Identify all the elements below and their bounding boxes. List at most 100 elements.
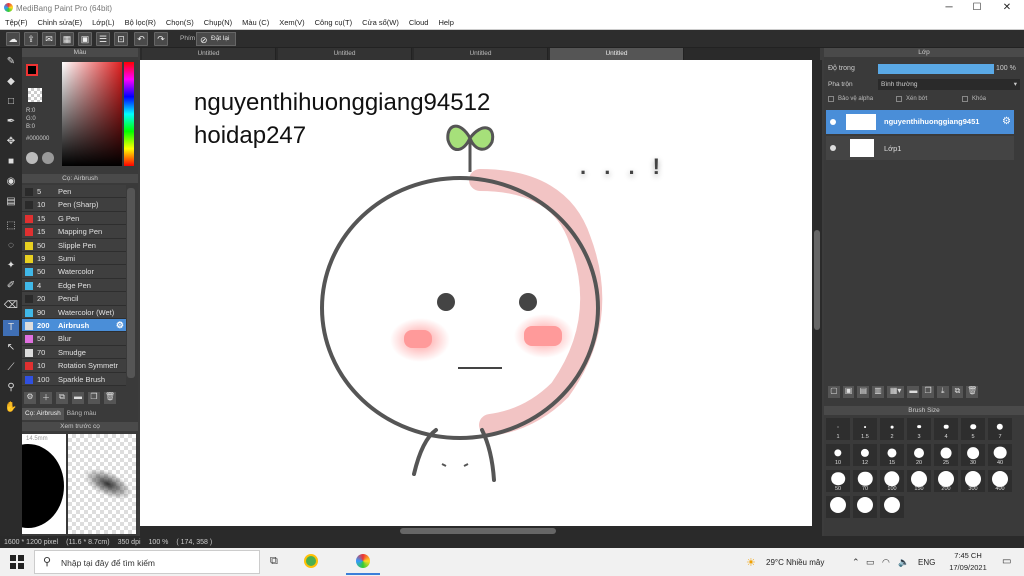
grid-icon[interactable]: ▦ bbox=[60, 32, 74, 46]
brush-size-cell[interactable]: 7 bbox=[988, 418, 1012, 440]
add-layer-menu-icon[interactable]: ▦▾ bbox=[886, 386, 905, 398]
weather-text[interactable]: 29°C Nhiều mây bbox=[766, 558, 824, 567]
wifi-icon[interactable]: ◠ bbox=[882, 557, 890, 568]
brush-copy-icon[interactable]: ⧉ bbox=[56, 392, 68, 404]
brush-item[interactable]: 19 Sumi bbox=[22, 252, 126, 266]
list-icon[interactable]: ☰ bbox=[96, 32, 110, 46]
brush-size-cell[interactable]: 1.5 bbox=[853, 418, 877, 440]
brush-item[interactable]: 5 Pen bbox=[22, 185, 126, 199]
menu-tools[interactable]: Công cụ(T) bbox=[310, 18, 358, 27]
brush-item[interactable]: 50 Blur bbox=[22, 332, 126, 346]
eye-icon[interactable] bbox=[830, 145, 836, 151]
layer-item-base[interactable]: Lớp1 bbox=[826, 136, 1014, 160]
hue-slider[interactable] bbox=[124, 62, 134, 166]
brush-item[interactable]: 50 Watercolor bbox=[22, 265, 126, 279]
bucket-tool-icon[interactable]: ◉ bbox=[3, 174, 19, 190]
menu-filter[interactable]: Bộ lọc(R) bbox=[120, 18, 161, 27]
delete-layer-icon[interactable]: 🗑 bbox=[966, 386, 979, 398]
brush-list-scrollbar[interactable] bbox=[127, 188, 135, 378]
select-tool-icon[interactable]: ⬚ bbox=[3, 218, 19, 234]
cloud-icon[interactable]: ☁ bbox=[6, 32, 20, 46]
brush-item[interactable]: 200 Airbrush ⚙ bbox=[22, 319, 126, 333]
hand-tool-icon[interactable]: ✋ bbox=[3, 400, 19, 416]
brush-folder-icon[interactable]: ▬ bbox=[72, 392, 84, 404]
brush-size-cell[interactable]: 15 bbox=[880, 444, 904, 466]
brush-size-cell[interactable]: 3 bbox=[907, 418, 931, 440]
transparent-color-swatch[interactable] bbox=[28, 88, 42, 102]
chrome-icon[interactable] bbox=[304, 554, 318, 568]
canvas-horizontal-scrollbar[interactable] bbox=[140, 526, 812, 536]
export-icon[interactable]: ⊡ bbox=[114, 32, 128, 46]
notification-icon[interactable]: ▭ bbox=[1002, 556, 1011, 567]
eraser-tool-icon[interactable]: ◆ bbox=[3, 74, 19, 90]
tab-document-3[interactable]: Untitled bbox=[414, 48, 548, 60]
duplicate-layer-icon[interactable]: ❐ bbox=[922, 386, 934, 398]
layer-properties-icon[interactable]: ⧉ bbox=[951, 386, 964, 398]
input-language[interactable]: ENG bbox=[918, 558, 935, 567]
share-icon[interactable]: ⇪ bbox=[24, 32, 38, 46]
brush-settings-icon[interactable]: ⚙ bbox=[24, 392, 36, 404]
operation-tool-icon[interactable]: ↖ bbox=[3, 340, 19, 356]
clock-time[interactable]: 7:45 CH bbox=[948, 551, 988, 560]
tab-document-1[interactable]: Untitled bbox=[142, 48, 276, 60]
menu-file[interactable]: Tệp(F) bbox=[0, 18, 33, 27]
gradient-tool-icon[interactable]: ▤ bbox=[3, 194, 19, 210]
task-view-icon[interactable]: ⧉ bbox=[270, 555, 278, 568]
blend-mode-select[interactable]: Bình thường ▾ bbox=[878, 79, 1020, 90]
brush-size-cell[interactable]: 150 bbox=[907, 470, 931, 492]
horizontal-scroll-thumb[interactable] bbox=[400, 528, 556, 534]
pen-tool-icon[interactable]: ✒ bbox=[3, 114, 19, 130]
menu-color[interactable]: Màu (C) bbox=[237, 18, 274, 27]
divide-tool-icon[interactable]: ⟋ bbox=[3, 360, 19, 376]
merge-layer-icon[interactable]: ⤓ bbox=[936, 386, 949, 398]
new-halftone-layer-icon[interactable]: ▣ bbox=[842, 386, 855, 398]
taskbar-search-box[interactable]: ⚲ Nhập tại đây để tìm kiếm bbox=[34, 550, 260, 574]
save-icon[interactable]: ▣ bbox=[78, 32, 92, 46]
brush-size-cell[interactable]: 200 bbox=[934, 470, 958, 492]
eye-icon[interactable] bbox=[830, 119, 836, 125]
menu-layer[interactable]: Lớp(L) bbox=[87, 18, 119, 27]
brush-item[interactable]: 50 Slipple Pen bbox=[22, 238, 126, 252]
brush-size-cell[interactable]: 50 bbox=[826, 470, 850, 492]
brush-size-cell[interactable]: 20 bbox=[907, 444, 931, 466]
network-icon[interactable]: ▭ bbox=[866, 557, 875, 568]
brush-size-cell[interactable]: 30 bbox=[961, 444, 985, 466]
clock-date[interactable]: 17/09/2021 bbox=[944, 563, 992, 572]
brush-size-cell[interactable]: 400 bbox=[988, 470, 1012, 492]
eyedropper-tool-icon[interactable]: ⚲ bbox=[3, 380, 19, 396]
menu-cloud[interactable]: Cloud bbox=[404, 18, 434, 27]
brush-size-cell[interactable]: 300 bbox=[961, 470, 985, 492]
magic-wand-tool-icon[interactable]: ✦ bbox=[3, 258, 19, 274]
brush-item[interactable]: 90 Watercolor (Wet) bbox=[22, 305, 126, 319]
brush-size-cell[interactable]: 12 bbox=[853, 444, 877, 466]
gear-icon[interactable]: ⚙ bbox=[116, 320, 124, 331]
tab-brush[interactable]: Cọ: Airbrush bbox=[22, 408, 64, 420]
layer-folder-icon[interactable]: ▬ bbox=[907, 386, 920, 398]
text-tool-icon[interactable]: T bbox=[3, 320, 19, 336]
vertical-scroll-thumb[interactable] bbox=[814, 230, 820, 330]
opacity-slider[interactable] bbox=[878, 64, 994, 74]
brush-size-cell[interactable]: 2 bbox=[880, 418, 904, 440]
tab-document-2[interactable]: Untitled bbox=[278, 48, 412, 60]
brush-item[interactable]: 15 G Pen bbox=[22, 211, 126, 226]
comment-icon[interactable]: ✉ bbox=[42, 32, 56, 46]
menu-view[interactable]: Xem(V) bbox=[274, 18, 309, 27]
menu-edit[interactable]: Chỉnh sửa(E) bbox=[33, 18, 88, 27]
brush-size-cell[interactable]: 5 bbox=[961, 418, 985, 440]
brush-size-cell[interactable] bbox=[880, 496, 904, 518]
foreground-color-swatch[interactable] bbox=[26, 64, 38, 76]
brush-item[interactable]: 10 Rotation Symmetr bbox=[22, 359, 126, 373]
close-button[interactable]: ✕ bbox=[992, 0, 1022, 16]
move-tool-icon[interactable]: ✥ bbox=[3, 134, 19, 150]
maximize-button[interactable]: ☐ bbox=[962, 0, 992, 16]
clip-checkbox[interactable] bbox=[896, 96, 902, 102]
color-settings-icon[interactable] bbox=[42, 152, 54, 164]
reset-button[interactable]: ⊘ Đặt lại bbox=[196, 32, 236, 46]
new-1bit-layer-icon[interactable]: ▥ bbox=[872, 386, 884, 398]
menu-snap[interactable]: Chụp(N) bbox=[199, 18, 237, 27]
lock-checkbox[interactable] bbox=[962, 96, 968, 102]
brush-item[interactable]: 15 Mapping Pen bbox=[22, 225, 126, 239]
medibang-taskbar-icon[interactable] bbox=[356, 554, 370, 568]
brush-item[interactable]: 20 Pencil bbox=[22, 292, 126, 306]
drawing-canvas[interactable]: nguyenthihuonggiang94512 hoidap247 . . .… bbox=[140, 60, 812, 526]
